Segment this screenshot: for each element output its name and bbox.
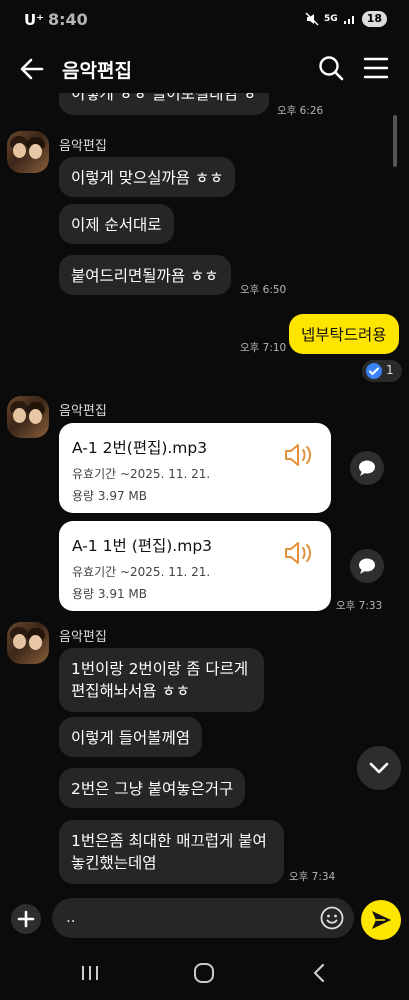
recent-apps-icon[interactable] xyxy=(80,964,100,982)
chat-message-list[interactable]: 이렇게 ㅎㅎ 들어보실래염 ㅎ 오후 6:26 음악편집 이렇게 맞으실까욤 ㅎ… xyxy=(0,93,409,893)
message-text: 1번이랑 2번이랑 좀 다르게 편집해놔서욤 ㅎㅎ xyxy=(71,660,249,700)
clock: 8:40 xyxy=(48,10,88,29)
menu-icon[interactable] xyxy=(363,55,389,81)
message-input[interactable]: .. xyxy=(52,898,354,938)
search-icon[interactable] xyxy=(317,54,345,82)
scroll-to-bottom-button[interactable] xyxy=(357,746,401,790)
speaker-icon xyxy=(285,444,311,466)
file-size: 용량 3.97 MB xyxy=(72,489,148,503)
file-expiry: 유효기간 ~2025. 11. 21. xyxy=(72,565,211,579)
status-bar: U⁺ 8:40 5G 18 xyxy=(0,0,409,40)
message-bubble[interactable]: 이제 순서대로 xyxy=(59,204,174,244)
message-text: 넵부탁드려용 xyxy=(301,326,387,344)
avatar[interactable] xyxy=(7,622,49,664)
message-text: 이렇게 맞으실까욤 ㅎㅎ xyxy=(71,169,224,187)
message-time: 오후 7:34 xyxy=(289,871,336,883)
message-input-value: .. xyxy=(66,908,76,926)
message-bubble[interactable]: 이렇게 ㅎㅎ 들어보실래염 ㅎ xyxy=(59,93,269,115)
battery-indicator: 18 xyxy=(361,11,387,27)
input-bar: .. xyxy=(0,893,409,945)
nav-back-icon[interactable] xyxy=(309,962,329,984)
check-icon xyxy=(366,363,382,379)
message-bubble[interactable]: 1번은좀 최대한 매끄럽게 붙여 놓킨했는데염 xyxy=(59,820,284,884)
chat-header: 음악편집 xyxy=(0,45,409,93)
message-text: 1번은좀 최대한 매끄럽게 붙여 놓킨했는데염 xyxy=(71,832,267,872)
chevron-down-icon xyxy=(369,762,389,774)
message-text: 이렇게 들어볼께염 xyxy=(71,729,191,747)
file-expiry: 유효기간 ~2025. 11. 21. xyxy=(72,467,211,481)
read-receipt-badge: 1 xyxy=(362,360,402,382)
sender-name: 음악편집 xyxy=(59,630,107,645)
message-text: 붙여드리면될까욤 ㅎㅎ xyxy=(71,267,219,285)
message-time: 오후 7:10 xyxy=(240,342,287,354)
message-text: 이제 순서대로 xyxy=(71,216,162,234)
share-button[interactable] xyxy=(350,451,384,485)
emoji-icon[interactable] xyxy=(320,906,344,930)
message-bubble[interactable]: 이렇게 맞으실까욤 ㅎㅎ xyxy=(59,157,236,197)
message-bubble[interactable]: 붙여드리면될까욤 ㅎㅎ xyxy=(59,255,231,295)
plus-icon xyxy=(17,910,35,928)
speaker-icon xyxy=(285,542,311,564)
status-icons: 5G 18 xyxy=(305,11,387,27)
read-count: 1 xyxy=(386,363,394,377)
share-button[interactable] xyxy=(350,549,384,583)
share-bubble-icon xyxy=(359,460,375,476)
network-label: 5G xyxy=(324,14,338,24)
send-icon xyxy=(372,911,391,929)
message-time: 오후 6:26 xyxy=(277,105,324,117)
file-name: A-1 1번 (편집).mp3 xyxy=(72,537,213,555)
chat-scrollbar[interactable] xyxy=(393,115,397,167)
send-button[interactable] xyxy=(361,900,401,940)
sender-name: 음악편집 xyxy=(59,404,107,419)
message-time: 오후 7:33 xyxy=(336,600,383,612)
file-attachment[interactable]: A-1 2번(편집).mp3 유효기간 ~2025. 11. 21. 용량 3.… xyxy=(59,423,331,513)
message-text: 2번은 그냥 붙여놓은거구 xyxy=(71,780,234,798)
attach-button[interactable] xyxy=(11,904,41,934)
system-nav-bar xyxy=(0,945,409,1000)
my-message-bubble[interactable]: 넵부탁드려용 xyxy=(289,314,399,354)
avatar[interactable] xyxy=(7,396,49,438)
mute-icon xyxy=(305,12,319,26)
message-bubble[interactable]: 이렇게 들어볼께염 xyxy=(59,717,203,757)
message-bubble[interactable]: 1번이랑 2번이랑 좀 다르게 편집해놔서욤 ㅎㅎ xyxy=(59,648,264,712)
signal-icon xyxy=(343,16,354,24)
file-size: 용량 3.91 MB xyxy=(72,587,148,601)
back-arrow-icon[interactable] xyxy=(18,55,46,83)
avatar[interactable] xyxy=(7,131,49,173)
message-time: 오후 6:50 xyxy=(240,284,287,296)
sender-name: 음악편집 xyxy=(59,139,107,154)
share-bubble-icon xyxy=(359,558,375,574)
message-bubble[interactable]: 2번은 그냥 붙여놓은거구 xyxy=(59,768,246,808)
carrier-label: U⁺ xyxy=(24,11,45,29)
file-attachment[interactable]: A-1 1번 (편집).mp3 유효기간 ~2025. 11. 21. 용량 3… xyxy=(59,521,331,611)
message-text: 이렇게 ㅎㅎ 들어보실래염 ㅎ xyxy=(71,93,257,103)
home-icon[interactable] xyxy=(193,962,215,984)
file-name: A-1 2번(편집).mp3 xyxy=(72,439,208,457)
chat-title: 음악편집 xyxy=(62,60,132,82)
